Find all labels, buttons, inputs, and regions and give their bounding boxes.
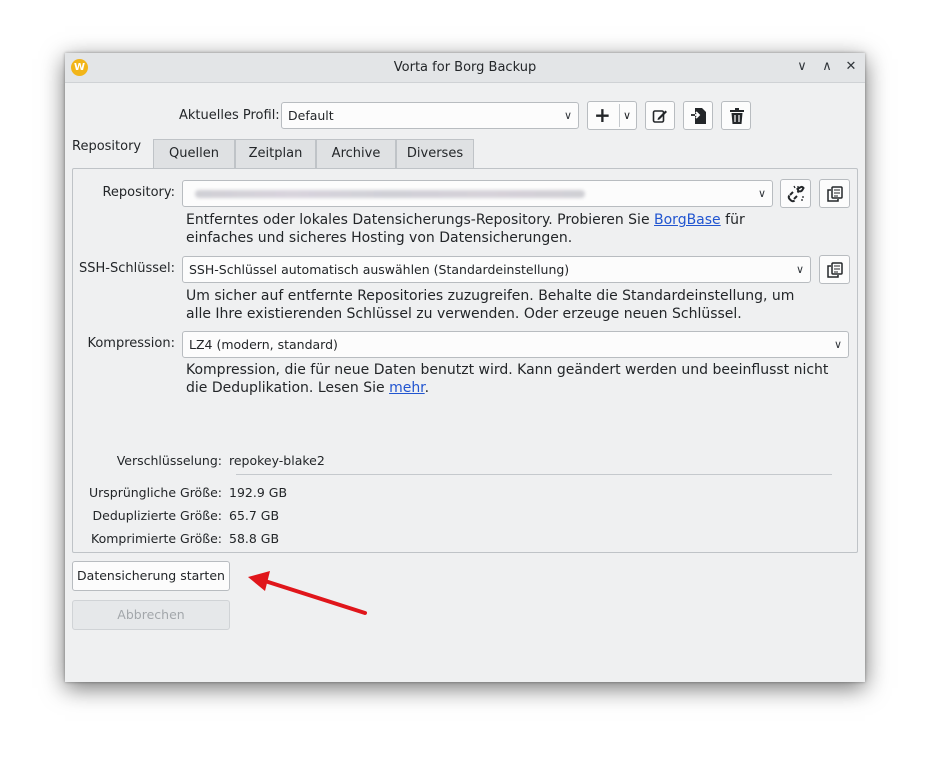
chevron-down-icon: ∨	[757, 187, 766, 200]
ssh-desc-line-2: alle Ihre existierenden Schlüssel zu ver…	[186, 306, 742, 322]
compression-value: LZ4 (modern, standard)	[189, 337, 338, 352]
copy-ssh-key-button[interactable]	[819, 255, 850, 284]
repository-select[interactable]: ∨	[182, 180, 773, 207]
ssh-key-value: SSH-Schlüssel automatisch auswählen (Sta…	[189, 262, 570, 277]
cancel-button[interactable]: Abbrechen	[72, 600, 230, 630]
annotation-arrow	[248, 571, 367, 615]
ssh-desc-line-1: Um sicher auf entfernte Repositories zuz…	[186, 288, 795, 304]
unlink-repository-button[interactable]	[780, 179, 811, 208]
compression-select[interactable]: LZ4 (modern, standard) ∨	[182, 331, 849, 358]
window-title: Vorta for Borg Backup	[393, 60, 537, 75]
compressed-size-value: 58.8 GB	[229, 531, 280, 546]
repository-desc-line-2: einfaches und sicheres Hosting von Daten…	[186, 230, 573, 246]
ssh-key-select[interactable]: SSH-Schlüssel automatisch auswählen (Sta…	[182, 256, 811, 283]
deduplicated-size-value: 65.7 GB	[229, 508, 280, 523]
copy-icon	[827, 186, 843, 202]
compression-desc-text: die Deduplikation. Lesen Sie	[186, 380, 390, 396]
tab-label: Quellen	[169, 146, 219, 161]
encryption-value: repokey-blake2	[229, 453, 325, 468]
stats-divider	[236, 474, 832, 475]
title-bar: W Vorta for Borg Backup ∨ ∧ ✕	[65, 53, 865, 83]
ssh-key-description: Um sicher auf entfernte Repositories zuz…	[186, 287, 794, 323]
split-divider	[619, 104, 620, 127]
chevron-down-icon: ∨	[623, 109, 632, 122]
add-profile-button[interactable]: + ∨	[587, 101, 637, 130]
tab-label: Zeitplan	[248, 146, 303, 161]
start-backup-button[interactable]: Datensicherung starten	[72, 561, 230, 591]
repository-tab-panel: Repository: ∨ Entferntes oder lokales Da…	[72, 168, 858, 553]
profile-select[interactable]: Default ∨	[281, 102, 579, 129]
tab-diverses[interactable]: Diverses	[396, 139, 474, 169]
compression-desc-text: .	[424, 380, 430, 396]
export-profile-button[interactable]	[683, 101, 713, 130]
repository-desc-text: für	[720, 212, 745, 228]
compression-desc-line-1: Kompression, die für neue Daten benutzt …	[186, 362, 829, 378]
chevron-down-icon: ∨	[795, 263, 804, 276]
repository-desc-text: Entferntes oder lokales Datensicherungs-…	[186, 212, 655, 228]
ssh-key-label: SSH-Schlüssel:	[79, 261, 175, 276]
encryption-label: Verschlüsselung:	[116, 453, 222, 468]
repository-description: Entferntes oder lokales Datensicherungs-…	[186, 211, 745, 247]
close-button[interactable]: ✕	[843, 59, 859, 75]
original-size-value: 192.9 GB	[229, 485, 288, 500]
close-icon: ✕	[845, 59, 857, 74]
tab-label: Diverses	[406, 146, 464, 161]
profile-value: Default	[288, 108, 334, 123]
chevron-down-icon: ∨	[563, 109, 572, 122]
compression-label: Kompression:	[87, 336, 175, 351]
edit-profile-button[interactable]	[645, 101, 675, 130]
delete-profile-button[interactable]	[721, 101, 751, 130]
tab-repository[interactable]: Repository	[72, 139, 153, 154]
chevron-down-icon: ∨	[833, 338, 842, 351]
tab-bar: Repository Quellen Zeitplan Archive Dive…	[72, 139, 474, 169]
more-link[interactable]: mehr	[389, 380, 425, 396]
export-icon	[691, 108, 706, 124]
chevron-up-icon: ∧	[822, 59, 832, 74]
trash-icon	[730, 108, 744, 124]
chevron-down-icon: ∨	[797, 59, 807, 74]
repository-label: Repository:	[102, 185, 175, 200]
tab-label: Archive	[331, 146, 381, 161]
deduplicated-size-label: Deduplizierte Größe:	[92, 508, 222, 523]
compression-description: Kompression, die für neue Daten benutzt …	[186, 361, 828, 397]
compressed-size-label: Komprimierte Größe:	[91, 531, 222, 546]
maximize-button[interactable]: ∧	[819, 59, 835, 75]
minimize-button[interactable]: ∨	[794, 59, 810, 75]
copy-repository-button[interactable]	[819, 179, 850, 208]
profile-label: Aktuelles Profil:	[179, 108, 280, 123]
repository-url-redacted	[195, 190, 585, 198]
copy-icon	[827, 262, 843, 278]
tab-archive[interactable]: Archive	[316, 139, 396, 169]
plus-icon: +	[594, 103, 611, 127]
original-size-label: Ursprüngliche Größe:	[88, 485, 222, 500]
app-window: W Vorta for Borg Backup ∨ ∧ ✕ Aktuelles …	[65, 53, 865, 682]
tab-quellen[interactable]: Quellen	[153, 139, 235, 169]
borgbase-link[interactable]: BorgBase	[654, 212, 721, 228]
tab-zeitplan[interactable]: Zeitplan	[235, 139, 316, 169]
unlink-icon	[787, 185, 805, 203]
tab-label: Repository	[72, 139, 142, 154]
edit-icon	[652, 110, 667, 123]
